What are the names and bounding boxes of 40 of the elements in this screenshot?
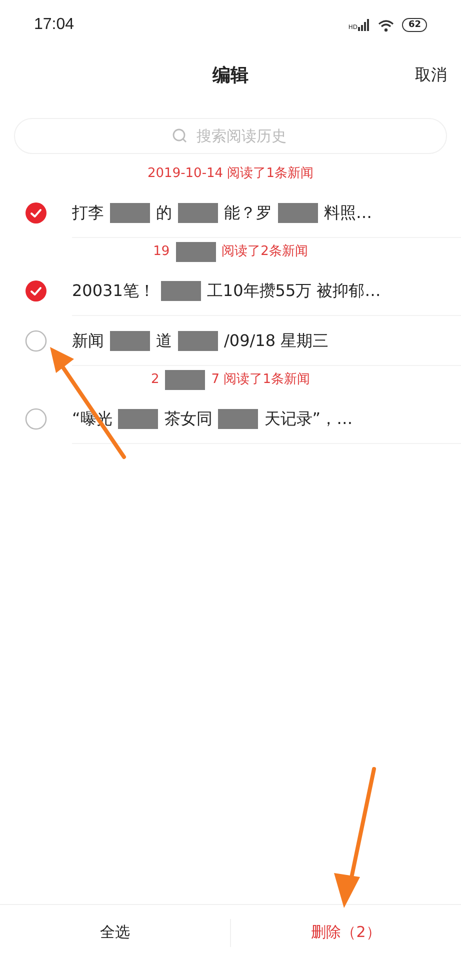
- redaction-block: [178, 330, 218, 350]
- redaction-block: [176, 242, 216, 262]
- checkbox-icon[interactable]: [25, 330, 47, 352]
- date-header: 2: [151, 371, 160, 390]
- checked-checkbox-icon[interactable]: [25, 280, 47, 302]
- news-title: 能？罗: [224, 202, 272, 224]
- news-title: 的: [156, 202, 172, 224]
- news-title: 20031笔！: [72, 280, 155, 302]
- news-title: /09/18 星期三: [224, 330, 329, 352]
- redaction-block: [110, 330, 150, 350]
- cancel-button[interactable]: 取消: [415, 63, 447, 87]
- wifi-icon: [378, 18, 394, 32]
- news-title: 新闻: [72, 330, 104, 352]
- checked-checkbox-icon[interactable]: [25, 202, 47, 224]
- redaction-block: [118, 408, 158, 428]
- news-title: 茶女同: [164, 408, 212, 430]
- redaction-block: [165, 370, 206, 390]
- search-icon: [172, 128, 188, 144]
- search-field[interactable]: 搜索阅读历史: [14, 118, 447, 154]
- select-all-button[interactable]: 全选: [0, 921, 230, 944]
- signal-icon: [358, 19, 370, 31]
- news-title: 工10年攒55万 被抑郁…: [206, 280, 381, 302]
- status-time: 17:04: [34, 15, 74, 35]
- battery-indicator: 62: [402, 18, 427, 32]
- date-header: 7 阅读了1条新闻: [211, 371, 310, 390]
- redaction-block: [178, 202, 218, 222]
- page-title: 编辑: [212, 64, 248, 88]
- checkbox-icon[interactable]: [25, 408, 47, 430]
- date-header: 2019-10-14 阅读了1条新闻: [148, 165, 314, 184]
- news-title: 道: [156, 330, 172, 352]
- date-header: 19: [153, 243, 170, 262]
- redaction-block: [110, 202, 150, 222]
- news-title: 天记录”，…: [264, 408, 353, 430]
- redaction-block: [278, 202, 318, 222]
- delete-button[interactable]: 删除（2）: [231, 921, 461, 944]
- news-title: 料照…: [324, 202, 372, 224]
- news-title: 打李: [72, 202, 104, 224]
- date-header: 阅读了2条新闻: [222, 243, 308, 262]
- redaction-block: [160, 280, 201, 300]
- redaction-block: [218, 408, 258, 428]
